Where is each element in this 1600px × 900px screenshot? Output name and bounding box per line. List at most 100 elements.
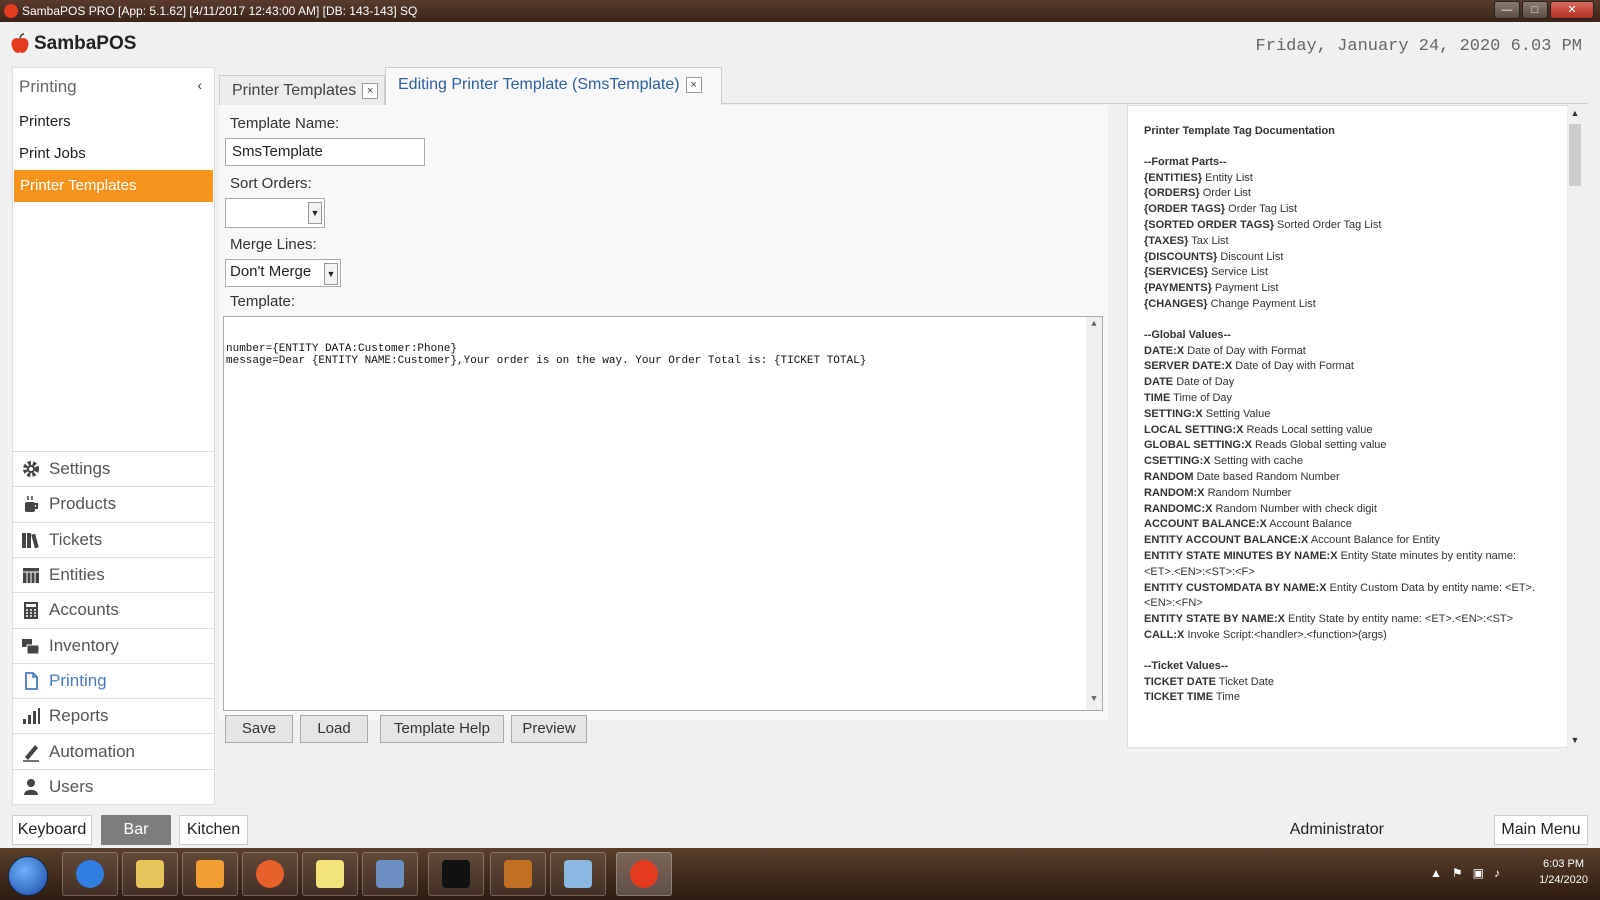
app-icon xyxy=(4,4,18,18)
collapse-chevron-icon[interactable]: ‹ xyxy=(197,77,202,93)
sort-orders-select[interactable]: ▼ xyxy=(225,198,325,228)
save-button[interactable]: Save xyxy=(225,715,293,743)
template-help-button[interactable]: Template Help xyxy=(380,715,504,743)
taskbar-media-icon[interactable] xyxy=(182,852,238,896)
nav-item-printers[interactable]: Printers xyxy=(13,106,214,138)
keyboard-button[interactable]: Keyboard xyxy=(12,815,92,845)
doc-entry-tag: ENTITY STATE MINUTES BY NAME:X xyxy=(1144,549,1338,562)
doc-entry-tag: {ORDERS} xyxy=(1144,187,1200,200)
menu-item-users[interactable]: Users xyxy=(13,768,214,804)
textarea-scrollbar[interactable]: ▲ ▼ xyxy=(1086,317,1102,710)
taskbar-tablet-icon[interactable] xyxy=(490,852,546,896)
menu-item-tickets[interactable]: Tickets xyxy=(13,521,214,557)
window-titlebar: SambaPOS PRO [App: 5.1.62] [4/11/2017 12… xyxy=(0,0,1600,22)
doc-entry-description: Order List xyxy=(1202,187,1251,200)
merge-lines-value: Don't Merge xyxy=(230,263,312,280)
taskbar-cmd-icon[interactable] xyxy=(428,852,484,896)
doc-entry-tag: RANDOM:X xyxy=(1144,486,1205,499)
tab-label: Printer Templates xyxy=(232,82,357,99)
nav-section-title: Printing xyxy=(19,77,77,96)
doc-entry-description: Entity List xyxy=(1205,171,1253,184)
tray-expand-icon[interactable]: ▲ xyxy=(1430,866,1442,880)
taskbar-explorer-icon[interactable] xyxy=(122,852,178,896)
kitchen-button[interactable]: Kitchen xyxy=(179,815,248,845)
menu-item-products[interactable]: Products xyxy=(13,486,214,521)
doc-entry: SETTING:X Setting Value xyxy=(1144,407,1544,423)
scroll-down-icon[interactable]: ▼ xyxy=(1567,735,1583,745)
nav-item-print-jobs[interactable]: Print Jobs xyxy=(13,138,214,170)
doc-entry-tag: RANDOM xyxy=(1144,470,1194,483)
scroll-up-icon[interactable]: ▲ xyxy=(1086,319,1102,333)
coffee-icon xyxy=(25,496,38,513)
menu-item-label: Entities xyxy=(49,565,105,585)
menu-item-entities[interactable]: Entities xyxy=(13,556,214,592)
menu-item-printing[interactable]: Printing xyxy=(13,662,214,698)
tray-flag-icon[interactable]: ⚑ xyxy=(1452,866,1463,880)
doc-entry-tag: ENTITY CUSTOMDATA BY NAME:X xyxy=(1144,581,1327,594)
template-textarea[interactable]: number={ENTITY DATA:Customer:Phone} mess… xyxy=(223,316,1103,711)
document-icon xyxy=(25,672,38,690)
doc-entry-tag: DATE:X xyxy=(1144,344,1185,357)
doc-section-heading: --Ticket Values-- xyxy=(1144,659,1229,672)
doc-entry-tag: {PAYMENTS} xyxy=(1144,282,1212,295)
doc-entry: TICKET DATE Ticket Date xyxy=(1144,675,1544,691)
doc-entry-description: Sorted Order Tag List xyxy=(1277,218,1382,231)
nav-item-printer-templates[interactable]: Printer Templates xyxy=(14,170,213,202)
taskbar-clock[interactable]: 6:03 PM 1/24/2020 xyxy=(1539,854,1588,886)
taskbar-app-icon[interactable] xyxy=(550,852,606,896)
doc-entry-tag: SERVER DATE:X xyxy=(1144,360,1233,373)
load-button[interactable]: Load xyxy=(300,715,368,743)
bar-button[interactable]: Bar xyxy=(101,815,171,845)
menu-item-inventory[interactable]: Inventory xyxy=(13,627,214,663)
tab-label: Editing Printer Template (SmsTemplate) xyxy=(398,76,680,93)
doc-entry-tag: TICKET TIME xyxy=(1144,691,1214,704)
template-text: number={ENTITY DATA:Customer:Phone} mess… xyxy=(226,343,867,367)
tray-network-icon[interactable]: ▣ xyxy=(1473,866,1484,880)
taskbar-time: 6:03 PM xyxy=(1543,858,1585,870)
doc-entry-description: Change Payment List xyxy=(1210,297,1316,310)
scroll-down-icon[interactable]: ▼ xyxy=(1086,694,1102,708)
menu-item-reports[interactable]: Reports xyxy=(13,698,214,733)
doc-entry-tag: ENTITY ACCOUNT BALANCE:X xyxy=(1144,534,1309,547)
doc-entry: {PAYMENTS} Payment List xyxy=(1144,281,1544,297)
doc-entry-description: Time of Day xyxy=(1173,391,1233,404)
doc-entry-tag: {TAXES} xyxy=(1144,234,1189,247)
main-menu-button[interactable]: Main Menu xyxy=(1494,815,1588,845)
preview-button[interactable]: Preview xyxy=(511,715,587,743)
close-tab-icon[interactable]: × xyxy=(685,77,702,93)
taskbar-notes-icon[interactable] xyxy=(302,852,358,896)
minimize-button[interactable]: — xyxy=(1494,1,1520,19)
template-name-input[interactable]: SmsTemplate xyxy=(225,138,425,166)
doc-entry: RANDOM:X Random Number xyxy=(1144,486,1544,502)
doc-entry-tag: {ORDER TAGS} xyxy=(1144,203,1226,216)
doc-entry: {ORDERS} Order List xyxy=(1144,186,1544,202)
menu-item-settings[interactable]: Settings xyxy=(13,451,214,486)
menu-item-automation[interactable]: Automation xyxy=(13,733,214,768)
documentation-scrollbar[interactable]: ▲ ▼ xyxy=(1567,106,1583,747)
doc-entry: DATE Date of Day xyxy=(1144,375,1544,391)
doc-entry-tag: ENTITY STATE BY NAME:X xyxy=(1144,613,1285,626)
system-tray: ▲ ⚑ ▣ ♪ xyxy=(1430,866,1500,880)
taskbar-firefox-icon[interactable] xyxy=(242,852,298,896)
doc-entry: CALL:X Invoke Script:<handler>.<function… xyxy=(1144,628,1544,644)
doc-entry-tag: CSETTING:X xyxy=(1144,455,1211,468)
taskbar-ie-icon[interactable] xyxy=(62,852,118,896)
scroll-thumb[interactable] xyxy=(1569,124,1581,186)
taskbar-sambapos-icon[interactable] xyxy=(616,852,672,896)
tag-documentation-panel[interactable]: Printer Template Tag Documentation --For… xyxy=(1127,105,1583,748)
close-button[interactable]: ✕ xyxy=(1550,1,1594,19)
menu-item-accounts[interactable]: Accounts xyxy=(13,592,214,627)
menu-item-label: Reports xyxy=(49,706,109,726)
template-label: Template: xyxy=(230,293,296,310)
tab-editing-printer-template[interactable]: Editing Printer Template (SmsTemplate) × xyxy=(385,67,722,105)
taskbar-remote-desktop-icon[interactable] xyxy=(362,852,418,896)
doc-entry-description: Date based Random Number xyxy=(1196,470,1340,483)
merge-lines-select[interactable]: Don't Merge ▼ xyxy=(225,259,341,287)
maximize-button[interactable]: □ xyxy=(1522,1,1548,19)
tray-volume-icon[interactable]: ♪ xyxy=(1494,866,1500,880)
doc-entry: SERVER DATE:X Date of Day with Format xyxy=(1144,359,1544,375)
close-tab-icon[interactable]: × xyxy=(362,83,379,99)
tab-printer-templates[interactable]: Printer Templates × xyxy=(219,75,385,105)
scroll-up-icon[interactable]: ▲ xyxy=(1567,108,1583,118)
start-button-icon[interactable] xyxy=(8,856,48,896)
